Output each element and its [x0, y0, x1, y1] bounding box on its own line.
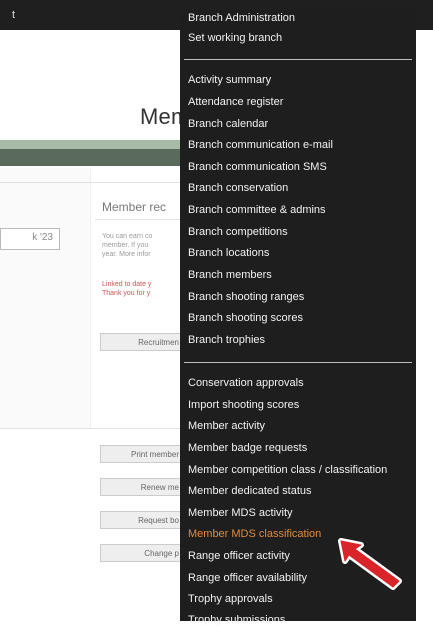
- request-button[interactable]: Request bo: [100, 511, 186, 529]
- recruitment-button[interactable]: Recruitmen: [100, 333, 186, 351]
- dropdown-menu: Branch Administration Set working branch…: [180, 10, 416, 626]
- menu-item-attendance-register[interactable]: Attendance register: [188, 96, 283, 108]
- menu-item-member-badge-requests[interactable]: Member badge requests: [188, 442, 307, 454]
- menu-item-branch-members[interactable]: Branch members: [188, 269, 272, 281]
- header-band: [0, 140, 190, 166]
- menu-item-member-mds-classification[interactable]: Member MDS classification: [188, 528, 321, 540]
- notice-text: Linked to date y Thank you for y: [102, 280, 151, 298]
- menu-item-import-shooting-scores[interactable]: Import shooting scores: [188, 399, 299, 411]
- menu-item-range-officer-activity[interactable]: Range officer activity: [188, 550, 290, 562]
- notice-line: Thank you for y: [102, 290, 151, 297]
- menu-item-range-officer-availability[interactable]: Range officer availability: [188, 572, 307, 584]
- menu-item-set-working-branch[interactable]: Set working branch: [188, 32, 282, 44]
- menu-item-branch-communication-email[interactable]: Branch communication e-mail: [188, 139, 333, 151]
- divider: [0, 428, 190, 429]
- menu-item-branch-locations[interactable]: Branch locations: [188, 247, 269, 259]
- date-field-value: k '23: [32, 232, 53, 243]
- left-panel: [0, 168, 91, 428]
- menu-item-trophy-approvals[interactable]: Trophy approvals: [188, 593, 273, 605]
- menu-item-branch-competitions[interactable]: Branch competitions: [188, 226, 288, 238]
- menu-item-conservation-approvals[interactable]: Conservation approvals: [188, 377, 304, 389]
- menu-item-branch-trophies[interactable]: Branch trophies: [188, 334, 265, 346]
- menu-item-member-mds-activity[interactable]: Member MDS activity: [188, 507, 293, 519]
- menu-item-trophy-submissions[interactable]: Trophy submissions: [188, 614, 285, 626]
- section-title: Member rec: [102, 200, 167, 214]
- menu-item-branch-administration[interactable]: Branch Administration: [188, 12, 295, 24]
- notice-line: Linked to date y: [102, 281, 152, 288]
- menu-item-branch-calendar[interactable]: Branch calendar: [188, 118, 268, 130]
- info-paragraph: You can earn co member. If you year. Mor…: [102, 232, 182, 259]
- top-bar-text: t: [12, 9, 16, 21]
- menu-item-branch-conservation[interactable]: Branch conservation: [188, 182, 288, 194]
- menu-item-branch-communication-sms[interactable]: Branch communication SMS: [188, 161, 327, 173]
- menu-separator: [184, 59, 412, 60]
- paragraph-line: You can earn co: [102, 233, 153, 240]
- menu-item-member-competition-class[interactable]: Member competition class / classificatio…: [188, 464, 387, 476]
- menu-item-branch-committee-admins[interactable]: Branch committee & admins: [188, 204, 326, 216]
- menu-item-member-dedicated-status[interactable]: Member dedicated status: [188, 485, 312, 497]
- red-arrow-icon: [338, 538, 402, 590]
- paragraph-line: member. If you: [102, 242, 149, 249]
- divider: [95, 219, 185, 220]
- renew-membership-button[interactable]: Renew me: [100, 478, 186, 496]
- menu-separator: [184, 362, 412, 363]
- paragraph-line: year. More infor: [102, 251, 151, 258]
- print-member-button[interactable]: Print member: [100, 445, 186, 463]
- divider: [0, 182, 190, 183]
- menu-item-member-activity[interactable]: Member activity: [188, 420, 265, 432]
- header-band-stripe: [0, 140, 190, 149]
- menu-item-branch-shooting-ranges[interactable]: Branch shooting ranges: [188, 291, 304, 303]
- change-button[interactable]: Change p: [100, 544, 186, 562]
- date-field[interactable]: k '23: [0, 228, 60, 250]
- menu-item-branch-shooting-scores[interactable]: Branch shooting scores: [188, 312, 303, 324]
- menu-item-activity-summary[interactable]: Activity summary: [188, 74, 271, 86]
